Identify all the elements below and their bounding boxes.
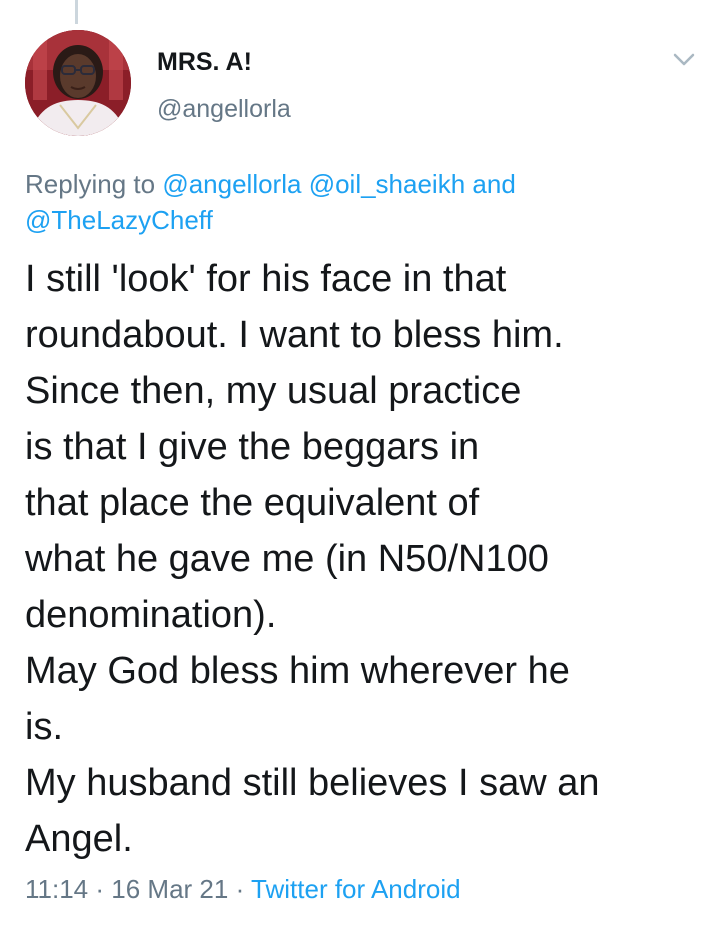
tweet-text: I still 'look' for his face in that roun… bbox=[25, 251, 705, 867]
chevron-down-icon[interactable] bbox=[672, 50, 696, 70]
mention-and-others-link[interactable]: and bbox=[472, 169, 515, 199]
tweet-text-line: that place the equivalent of bbox=[25, 482, 480, 524]
tweet-text-line: Since then, my usual practice bbox=[25, 370, 522, 412]
tweet-text-line: is that I give the beggars in bbox=[25, 426, 480, 468]
tweet-time[interactable]: 11:14 bbox=[25, 874, 88, 904]
tweet-text-line: roundabout. I want to bless him. bbox=[25, 314, 564, 356]
tweet-text-line: denomination). bbox=[25, 594, 277, 636]
tweet-text-line: what he gave me (in N50/N100 bbox=[25, 538, 549, 580]
mention-link[interactable]: @TheLazyCheff bbox=[25, 205, 213, 235]
separator-dot: · bbox=[235, 874, 245, 904]
tweet-metadata: 11:14 · 16 Mar 21 · Twitter for Android bbox=[25, 874, 461, 905]
tweet-date[interactable]: 16 Mar 21 bbox=[111, 874, 228, 904]
mention-link[interactable]: @angellorla bbox=[162, 169, 301, 199]
author-name[interactable]: MRS. A! bbox=[157, 48, 252, 77]
replying-to-label: Replying to bbox=[25, 169, 156, 199]
tweet-text-line: My husband still believes I saw an bbox=[25, 762, 600, 804]
tweet-text-line: Angel. bbox=[25, 818, 133, 860]
thread-connector-line bbox=[75, 0, 78, 24]
author-handle[interactable]: @angellorla bbox=[157, 95, 291, 124]
replying-to: Replying to @angellorla @oil_shaeikh and… bbox=[25, 166, 685, 238]
avatar-photo bbox=[25, 30, 131, 136]
tweet-text-line: I still 'look' for his face in that bbox=[25, 258, 507, 300]
avatar[interactable] bbox=[25, 30, 131, 136]
tweet-text-line: May God bless him wherever he bbox=[25, 650, 570, 692]
mention-link[interactable]: @oil_shaeikh bbox=[309, 169, 465, 199]
tweet-text-line: is. bbox=[25, 706, 63, 748]
tweet-source-link[interactable]: Twitter for Android bbox=[251, 874, 461, 904]
separator-dot: · bbox=[95, 874, 105, 904]
